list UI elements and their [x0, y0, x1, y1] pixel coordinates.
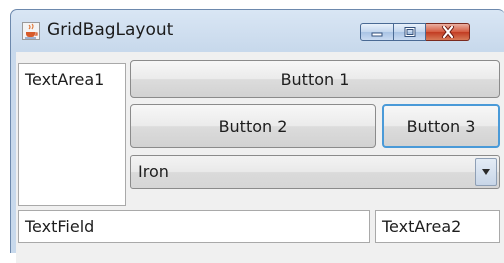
minimize-button[interactable]: [360, 23, 394, 41]
button-3[interactable]: Button 3: [382, 104, 500, 148]
minimize-icon: [361, 24, 393, 40]
text-field-value: TextField: [25, 217, 95, 236]
title-bar[interactable]: GridBagLayout: [11, 10, 504, 52]
button-1-label: Button 1: [280, 69, 350, 89]
textarea-2[interactable]: TextArea2: [375, 210, 500, 243]
app-window: GridBagLayout TextArea1 Button 1 Button …: [10, 9, 504, 263]
window-title: GridBagLayout: [47, 20, 174, 40]
content-pane: TextArea1 Button 1 Button 2 Button 3 Iro…: [16, 52, 504, 263]
textarea-2-text: TextArea2: [382, 217, 462, 236]
chevron-down-icon[interactable]: [475, 158, 497, 186]
close-icon: [426, 24, 469, 40]
combobox-selected-value: Iron: [138, 162, 169, 181]
textarea-1-text: TextArea1: [25, 70, 105, 89]
java-cup-icon: [22, 22, 40, 40]
button-2-label: Button 2: [218, 116, 288, 136]
close-button[interactable]: [426, 23, 470, 41]
textarea-1[interactable]: TextArea1: [18, 63, 126, 206]
maximize-icon: [394, 24, 425, 40]
material-combobox[interactable]: Iron: [130, 155, 500, 189]
button-2[interactable]: Button 2: [130, 104, 376, 148]
text-field[interactable]: TextField: [18, 210, 370, 243]
button-3-label: Button 3: [406, 116, 476, 136]
maximize-button[interactable]: [394, 23, 426, 41]
button-1[interactable]: Button 1: [130, 60, 500, 98]
